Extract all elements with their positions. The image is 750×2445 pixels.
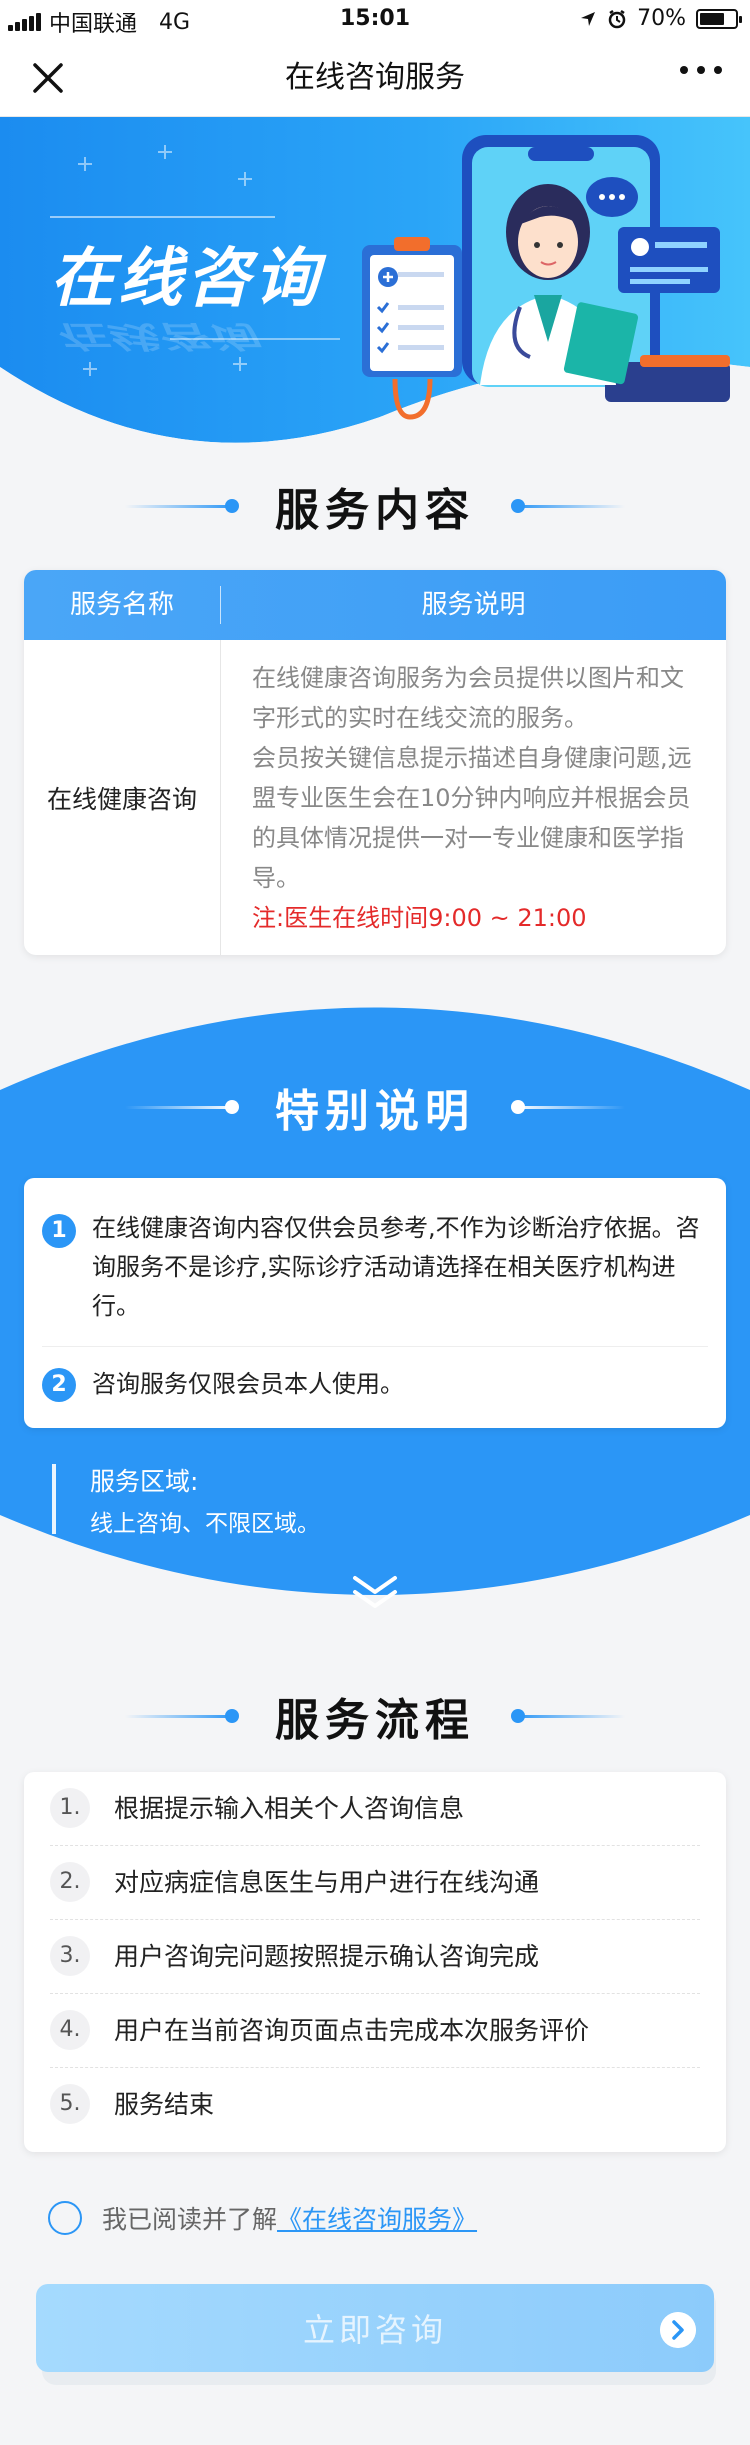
service-heading-text: 服务内容: [275, 485, 475, 536]
column-header-name: 服务名称: [69, 590, 174, 620]
divider: [42, 1346, 708, 1347]
hero-banner: 在线咨询 在线咨询: [0, 117, 750, 447]
heading-deco-left: [125, 1099, 239, 1114]
service-desc-2: 会员按关键信息提示描述自身健康问题,远盟专业医生会在10分钟内响应并根据会员的具…: [252, 744, 692, 892]
service-desc-cell: 在线健康咨询服务为会员提供以图片和文字形式的实时在线交流的服务。 会员按关键信息…: [252, 658, 702, 938]
status-bar: 中国联通 4G 15:01 70%: [0, 0, 750, 40]
process-step: 1. 根据提示输入相关个人咨询信息: [24, 1772, 726, 1846]
step-number: 2.: [50, 1862, 90, 1902]
step-text: 用户咨询完问题按照提示确认咨询完成: [114, 1942, 540, 1971]
double-chevron-down-icon[interactable]: [345, 1572, 405, 1612]
service-name-cell: 在线健康咨询: [46, 784, 197, 814]
step-text: 对应病症信息医生与用户进行在线沟通: [114, 1868, 540, 1897]
online-hours-note: 注:医生在线时间9:00 ~ 21:00: [252, 904, 587, 932]
step-text: 用户在当前咨询页面点击完成本次服务评价: [114, 2016, 590, 2045]
heading-deco-right: [511, 1708, 625, 1723]
process-card: 1. 根据提示输入相关个人咨询信息 2. 对应病症信息医生与用户进行在线沟通 3…: [24, 1772, 726, 2152]
process-step: 4. 用户在当前咨询页面点击完成本次服务评价: [24, 1994, 726, 2068]
service-content-heading: 服务内容: [0, 474, 750, 538]
page-title: 在线咨询服务: [285, 60, 465, 95]
region-value: 线上咨询、不限区域。: [90, 1511, 320, 1537]
step-number: 5.: [50, 2084, 90, 2124]
alarm-icon: [608, 9, 626, 28]
special-notes-heading: 特别说明: [0, 1075, 750, 1139]
heading-deco-right: [511, 1099, 625, 1114]
heading-deco-right: [511, 498, 625, 513]
process-step: 5. 服务结束: [24, 2068, 726, 2142]
service-desc-1: 在线健康咨询服务为会员提供以图片和文字形式的实时在线交流的服务。: [252, 664, 684, 732]
nav-bar: 在线咨询服务: [0, 40, 750, 117]
location-icon: [581, 11, 596, 26]
note-text: 在线健康咨询内容仅供会员参考,不作为诊断治疗依据。咨询服务不是诊疗,实际诊疗活动…: [92, 1214, 700, 1320]
table-header: 服务名称 服务说明: [24, 570, 726, 640]
battery-icon: [696, 8, 742, 29]
region-accent-bar: [52, 1464, 56, 1534]
arrow-right-icon: [660, 2312, 696, 2348]
service-table: 服务名称 服务说明 在线健康咨询 在线健康咨询服务为会员提供以图片和文字形式的实…: [24, 570, 726, 955]
status-right: 70%: [579, 6, 742, 31]
hero-title: 在线咨询: [50, 242, 322, 316]
process-step: 3. 用户咨询完问题按照提示确认咨询完成: [24, 1920, 726, 1994]
special-heading-text: 特别说明: [275, 1086, 475, 1137]
step-number: 4.: [50, 2010, 90, 2050]
note-text: 咨询服务仅限会员本人使用。: [92, 1370, 404, 1398]
special-notes-card: 1 在线健康咨询内容仅供会员参考,不作为诊断治疗依据。咨询服务不是诊疗,实际诊疗…: [24, 1178, 726, 1428]
consult-button-label: 立即咨询: [302, 2311, 447, 2349]
process-step: 2. 对应病症信息医生与用户进行在线沟通: [24, 1846, 726, 1920]
step-text: 根据提示输入相关个人咨询信息: [114, 1794, 465, 1823]
column-divider: [220, 640, 221, 955]
process-heading-text: 服务流程: [275, 1695, 475, 1746]
heading-deco-left: [125, 498, 239, 513]
battery-percent: 70%: [637, 6, 686, 31]
column-header-desc: 服务说明: [421, 590, 526, 620]
region-label: 服务区域:: [90, 1467, 199, 1496]
agreement-link[interactable]: 《在线咨询服务》: [277, 2200, 477, 2236]
note-number: 1: [42, 1214, 76, 1248]
note-number: 2: [42, 1368, 76, 1402]
step-number: 1.: [50, 1788, 90, 1828]
agreement-row: 我已阅读并了解 《在线咨询服务》: [48, 2200, 477, 2236]
agreement-prefix: 我已阅读并了解: [102, 2205, 278, 2234]
agree-checkbox[interactable]: [48, 2201, 82, 2235]
consult-now-button[interactable]: 立即咨询: [36, 2284, 714, 2372]
step-text: 服务结束: [114, 2090, 215, 2119]
svg-text:在线咨询: 在线咨询: [55, 319, 262, 354]
more-options-icon[interactable]: [680, 66, 722, 74]
process-heading: 服务流程: [0, 1684, 750, 1748]
heading-deco-left: [125, 1708, 239, 1723]
step-number: 3.: [50, 1936, 90, 1976]
